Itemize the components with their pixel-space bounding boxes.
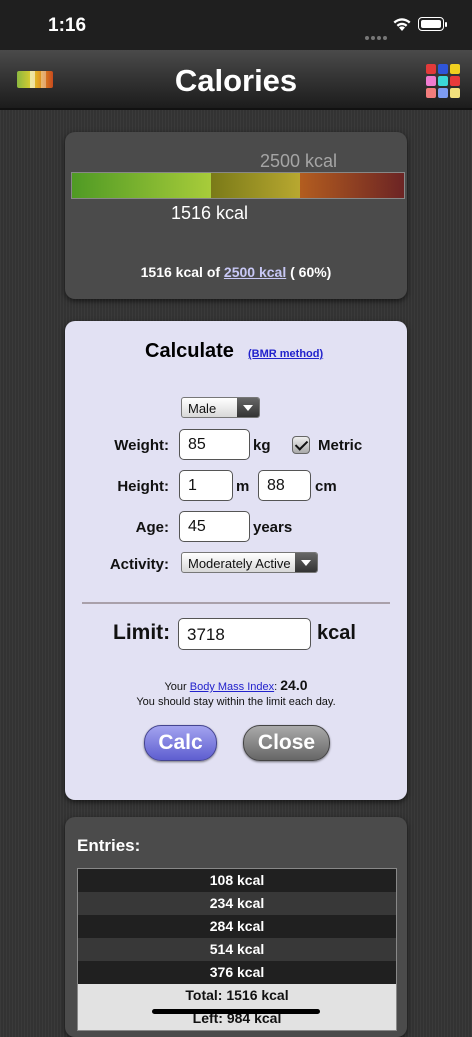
bmi-info: Your Body Mass Index: 24.0 You should st… xyxy=(136,677,336,709)
weight-unit: kg xyxy=(253,437,271,454)
battery-icon xyxy=(418,17,447,31)
color-grid-menu-icon[interactable] xyxy=(426,64,460,98)
height-cm-input[interactable]: 88 xyxy=(258,470,311,501)
calculate-title: Calculate xyxy=(145,340,234,362)
age-unit: years xyxy=(253,519,293,536)
calorie-progress-bar xyxy=(71,172,405,199)
gender-select[interactable]: Male xyxy=(181,397,260,418)
wifi-icon xyxy=(393,18,411,31)
home-indicator xyxy=(152,1009,320,1014)
height-label: Height: xyxy=(117,478,169,495)
chevron-down-icon xyxy=(237,398,259,417)
progress-remaining-segment xyxy=(211,173,300,198)
limit-input[interactable]: 3718 xyxy=(178,618,311,650)
chevron-down-icon xyxy=(295,553,317,572)
entry-row[interactable]: 234 kcal xyxy=(78,892,396,915)
height-cm-unit: cm xyxy=(315,478,337,495)
page-title: Calories xyxy=(174,63,298,98)
entry-row[interactable]: 376 kcal xyxy=(78,961,396,984)
height-meters-unit: m xyxy=(236,478,250,495)
progress-consumed-segment xyxy=(72,173,211,198)
entries-title: Entries: xyxy=(77,836,141,855)
metric-label: Metric xyxy=(318,437,363,454)
limit-link[interactable]: 2500 kcal xyxy=(224,264,286,280)
bmi-link[interactable]: Body Mass Index xyxy=(190,681,274,693)
weight-label: Weight: xyxy=(114,437,169,454)
activity-select[interactable]: Moderately Active xyxy=(181,552,318,573)
close-button[interactable]: Close xyxy=(243,725,330,761)
metric-checkbox[interactable] xyxy=(292,436,310,454)
total-row: Total: 1516 kcal xyxy=(78,984,396,1007)
limit-label: Limit: xyxy=(113,621,171,644)
navigation-bar: Calories xyxy=(0,50,472,110)
bmr-method-link[interactable]: (BMR method) xyxy=(248,348,323,360)
activity-select-value: Moderately Active xyxy=(188,556,291,571)
activity-label: Activity: xyxy=(109,556,169,573)
gender-select-value: Male xyxy=(188,401,217,416)
divider xyxy=(82,602,390,604)
summary-prefix: 1516 kcal of xyxy=(140,264,221,280)
bmi-note: You should stay within the limit each da… xyxy=(136,696,336,708)
weight-input[interactable]: 85 xyxy=(179,429,250,460)
age-label: Age: xyxy=(135,519,169,536)
entry-row[interactable]: 514 kcal xyxy=(78,938,396,961)
cellular-signal-icon xyxy=(365,27,389,45)
bmi-value: 24.0 xyxy=(280,677,308,693)
limit-marker-label: 2500 kcal xyxy=(260,151,338,171)
consumed-marker-label: 1516 kcal xyxy=(171,203,249,223)
status-bar: 1:16 xyxy=(0,0,472,50)
limit-unit: kcal xyxy=(317,622,356,644)
entry-row[interactable]: 284 kcal xyxy=(78,915,396,938)
age-input[interactable]: 45 xyxy=(179,511,250,542)
bmi-prefix: Your xyxy=(164,681,187,693)
summary-suffix: ( 60%) xyxy=(290,264,332,280)
calc-button[interactable]: Calc xyxy=(144,725,217,761)
calorie-summary-text: 1516 kcal of 2500 kcal ( 60%) xyxy=(65,264,407,280)
entry-row[interactable]: 108 kcal xyxy=(78,869,396,892)
height-meters-input[interactable]: 1 xyxy=(179,470,233,501)
entries-table: 108 kcal 234 kcal 284 kcal 514 kcal 376 … xyxy=(77,868,397,1031)
progress-over-segment xyxy=(300,173,404,198)
status-time: 1:16 xyxy=(48,15,87,36)
